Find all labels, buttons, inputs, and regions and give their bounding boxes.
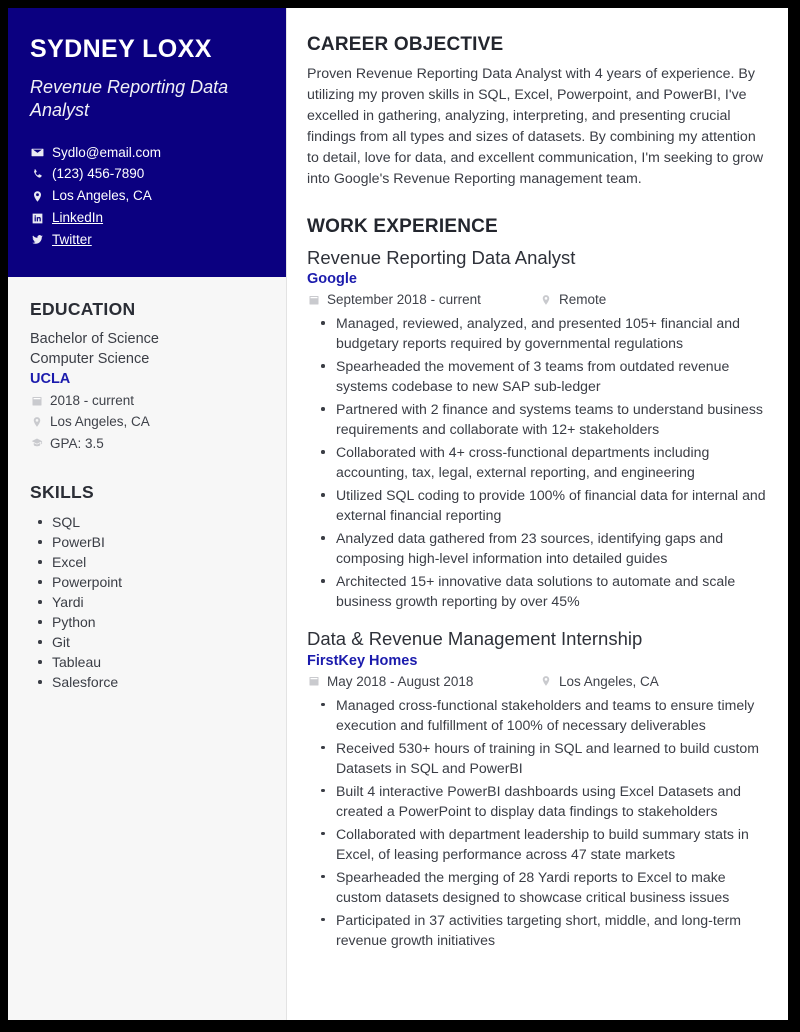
job-role: Data & Revenue Management Internship bbox=[307, 628, 643, 650]
skill-item: Yardi bbox=[30, 592, 264, 612]
phone-icon bbox=[30, 167, 44, 181]
career-objective-section: CAREER OBJECTIVE Proven Revenue Reportin… bbox=[307, 34, 766, 190]
main-content: CAREER OBJECTIVE Proven Revenue Reportin… bbox=[287, 8, 788, 1020]
resume-page: SYDNEY LOXX Revenue Reporting Data Analy… bbox=[0, 0, 800, 1032]
job-location: Remote bbox=[539, 289, 606, 310]
candidate-title: Revenue Reporting Data Analyst bbox=[30, 76, 229, 120]
job-dates-text: September 2018 - current bbox=[327, 292, 481, 308]
job-company[interactable]: FirstKey Homes bbox=[307, 653, 766, 669]
job-entry: Data & Revenue Management Internship Firs… bbox=[307, 627, 766, 949]
education-meta-list: 2018 - current Los Angeles, CA GPA: 3.5 bbox=[30, 390, 264, 454]
career-objective-text: Proven Revenue Reporting Data Analyst wi… bbox=[307, 66, 764, 188]
sidebar: SYDNEY LOXX Revenue Reporting Data Analy… bbox=[8, 8, 287, 1020]
job-role: Revenue Reporting Data Analyst bbox=[307, 247, 576, 269]
contact-item-envelope: Sydlo@email.com bbox=[30, 142, 264, 164]
job-bullet: Collaborated with department leadership … bbox=[307, 824, 766, 864]
job-list: Revenue Reporting Data Analyst Google Sept… bbox=[307, 246, 766, 950]
skills-list: SQL PowerBI Excel Powerpoint Yardi Python Git T… bbox=[30, 512, 264, 692]
job-meta: May 2018 - August 2018 Los Angeles, CA bbox=[307, 671, 766, 692]
calendar-icon bbox=[30, 394, 43, 407]
calendar-icon bbox=[307, 675, 320, 688]
job-bullet: Collaborated with 4+ cross-functional de… bbox=[307, 442, 766, 482]
skill-item: Excel bbox=[30, 552, 264, 572]
education-meta-location-pin: Los Angeles, CA bbox=[30, 411, 264, 432]
location-pin-icon bbox=[30, 189, 44, 203]
job-dates: May 2018 - August 2018 bbox=[307, 671, 539, 692]
contact-text: (123) 456-7890 bbox=[52, 166, 145, 182]
education-meta-graduation-cap: GPA: 3.5 bbox=[30, 433, 264, 454]
graduation-cap-icon bbox=[30, 437, 43, 450]
twitter-icon bbox=[30, 233, 44, 247]
education-meta-text: GPA: 3.5 bbox=[50, 435, 104, 451]
contact-item-location-pin: Los Angeles, CA bbox=[30, 185, 264, 207]
job-company[interactable]: Google bbox=[307, 271, 766, 287]
education-degree-line-1: Bachelor of Science bbox=[30, 330, 159, 347]
education-degree-line-2: Computer Science bbox=[30, 351, 150, 368]
skill-item: Tableau bbox=[30, 652, 264, 672]
skill-item: Salesforce bbox=[30, 672, 264, 692]
skill-item: SQL bbox=[30, 512, 264, 532]
job-bullet: Analyzed data gathered from 23 sources, … bbox=[307, 528, 766, 568]
contact-item-twitter[interactable]: Twitter bbox=[30, 229, 264, 251]
linkedin-icon bbox=[30, 211, 44, 225]
job-bullet: Utilized SQL coding to provide 100% of f… bbox=[307, 485, 766, 525]
job-dates: September 2018 - current bbox=[307, 289, 539, 310]
job-location-text: Remote bbox=[559, 292, 607, 308]
education-meta-text: 2018 - current bbox=[50, 393, 135, 409]
skill-item: Git bbox=[30, 632, 264, 652]
education-meta-calendar: 2018 - current bbox=[30, 390, 264, 411]
contact-list: Sydlo@email.com (123) 456-7890 Los Angeles… bbox=[30, 142, 264, 251]
education-section: EDUCATION Bachelor of Science Computer S… bbox=[30, 299, 264, 454]
resume-sheet: SYDNEY LOXX Revenue Reporting Data Analy… bbox=[8, 8, 788, 1020]
contact-text: Sydlo@email.com bbox=[52, 144, 161, 160]
job-bullet: Partnered with 2 finance and systems tea… bbox=[307, 399, 766, 439]
work-experience-section: WORK EXPERIENCE Revenue Reporting Data A… bbox=[307, 216, 766, 950]
job-bullet: Built 4 interactive PowerBI dashboards u… bbox=[307, 781, 766, 821]
contact-text: LinkedIn bbox=[52, 210, 104, 226]
job-bullet: Managed, reviewed, analyzed, and present… bbox=[307, 313, 766, 353]
job-bullet: Architected 15+ innovative data solution… bbox=[307, 571, 766, 611]
job-bullet: Spearheaded the merging of 28 Yardi repo… bbox=[307, 867, 766, 907]
calendar-icon bbox=[307, 293, 320, 306]
career-objective-heading: CAREER OBJECTIVE bbox=[307, 34, 504, 55]
job-bullet: Received 530+ hours of training in SQL a… bbox=[307, 738, 766, 778]
job-dates-text: May 2018 - August 2018 bbox=[327, 673, 474, 689]
job-bullets: Managed cross-functional stakeholders an… bbox=[307, 695, 766, 950]
job-meta: September 2018 - current Remote bbox=[307, 289, 766, 310]
job-location: Los Angeles, CA bbox=[539, 671, 659, 692]
education-heading: EDUCATION bbox=[30, 298, 136, 319]
candidate-name: SYDNEY LOXX bbox=[30, 35, 212, 63]
skill-item: Powerpoint bbox=[30, 572, 264, 592]
sidebar-header: SYDNEY LOXX Revenue Reporting Data Analy… bbox=[8, 8, 286, 277]
job-bullet: Spearheaded the movement of 3 teams from… bbox=[307, 356, 766, 396]
job-location-text: Los Angeles, CA bbox=[559, 673, 659, 689]
location-pin-icon bbox=[30, 416, 43, 429]
education-school[interactable]: UCLA bbox=[30, 371, 264, 387]
job-entry: Revenue Reporting Data Analyst Google Sept… bbox=[307, 246, 766, 611]
location-pin-icon bbox=[539, 293, 552, 306]
contact-text: Twitter bbox=[52, 232, 92, 247]
skill-item: PowerBI bbox=[30, 532, 264, 552]
contact-text: Los Angeles, CA bbox=[52, 188, 152, 204]
skill-item: Python bbox=[30, 612, 264, 632]
work-experience-heading: WORK EXPERIENCE bbox=[307, 216, 498, 238]
location-pin-icon bbox=[539, 675, 552, 688]
contact-item-linkedin[interactable]: LinkedIn bbox=[30, 207, 264, 229]
job-bullets: Managed, reviewed, analyzed, and present… bbox=[307, 313, 766, 611]
skills-heading: SKILLS bbox=[30, 482, 95, 502]
sidebar-body: EDUCATION Bachelor of Science Computer S… bbox=[8, 277, 286, 1020]
job-bullet: Managed cross-functional stakeholders an… bbox=[307, 695, 766, 735]
skills-section: SKILLS SQL PowerBI Excel Powerpoint Yardi Pyt… bbox=[30, 482, 264, 692]
job-bullet: Participated in 37 activities targeting … bbox=[307, 910, 766, 950]
contact-item-phone: (123) 456-7890 bbox=[30, 163, 264, 185]
envelope-icon bbox=[30, 145, 44, 159]
education-meta-text: Los Angeles, CA bbox=[50, 414, 150, 430]
